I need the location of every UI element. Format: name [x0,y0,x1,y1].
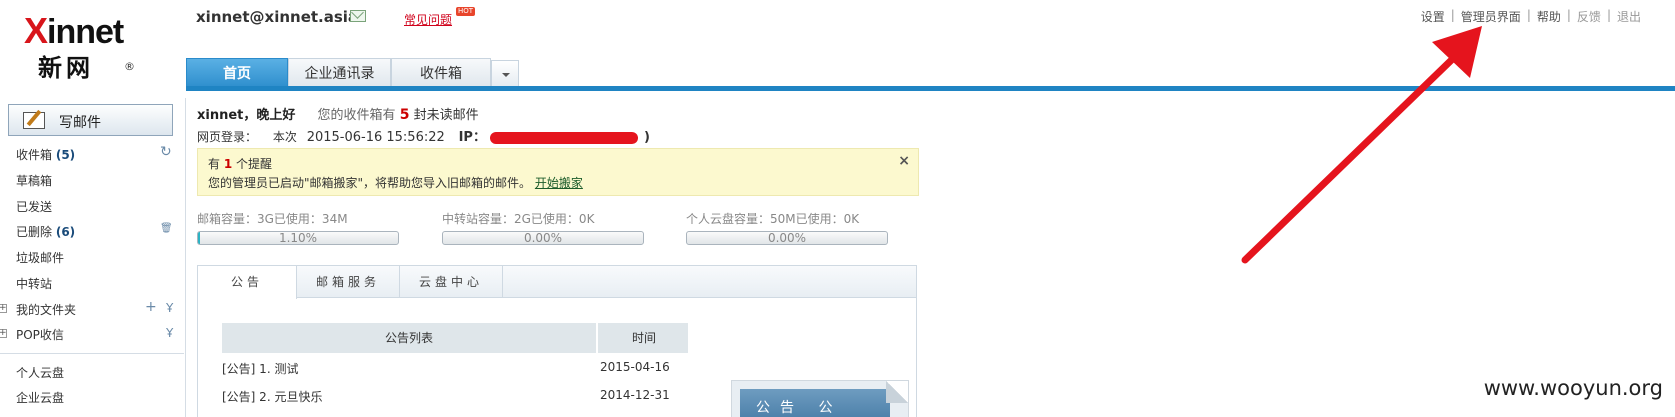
watermark: www.wooyun.org [1483,376,1663,400]
arrow-shaft [1241,40,1472,264]
red-arrow-annotation [1241,26,1482,264]
